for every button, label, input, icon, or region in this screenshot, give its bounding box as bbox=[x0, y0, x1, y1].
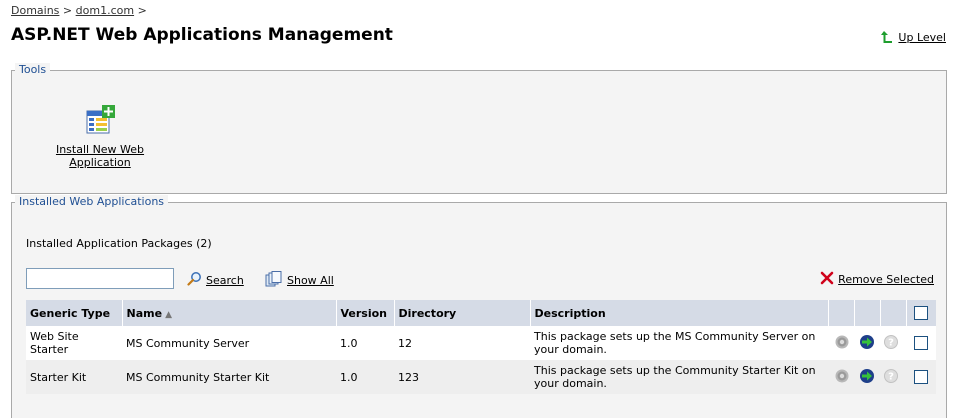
svg-text:?: ? bbox=[888, 371, 894, 382]
gear-icon[interactable] bbox=[834, 334, 850, 353]
svg-text:?: ? bbox=[888, 337, 894, 348]
installed-applications-panel: Installed Web Applications Installed App… bbox=[11, 195, 947, 418]
page-title: ASP.NET Web Applications Management bbox=[11, 25, 393, 45]
magnifier-icon[interactable] bbox=[187, 271, 202, 289]
search-control: Search bbox=[187, 271, 244, 289]
cell-version: 1.0 bbox=[336, 326, 394, 360]
installed-legend: Installed Web Applications bbox=[15, 195, 169, 209]
column-header-description[interactable]: Description bbox=[530, 300, 829, 326]
cell-name: MS Community Starter Kit bbox=[122, 360, 336, 394]
applications-table: Generic Type Name ▲ Version Directory Des… bbox=[26, 300, 936, 394]
cell-directory: 123 bbox=[394, 360, 530, 394]
show-all-icon[interactable] bbox=[265, 271, 283, 290]
search-link[interactable]: Search bbox=[206, 274, 244, 287]
show-all-control: Show All bbox=[265, 271, 334, 290]
cell-description: This package sets up the MS Community Se… bbox=[530, 326, 828, 360]
column-header-version[interactable]: Version bbox=[336, 300, 395, 326]
remove-selected-control: Remove Selected bbox=[820, 271, 934, 288]
column-header-generic-type[interactable]: Generic Type bbox=[26, 300, 123, 326]
column-header-select bbox=[906, 300, 936, 326]
table-row: Starter Kit MS Community Starter Kit 1.0… bbox=[26, 360, 936, 394]
row-actions: ? bbox=[828, 360, 906, 394]
install-app-icon[interactable] bbox=[83, 103, 117, 137]
column-header-action-3 bbox=[880, 300, 907, 326]
breadcrumb-separator: > bbox=[137, 4, 147, 17]
column-header-action-2 bbox=[854, 300, 881, 326]
sort-ascending-icon: ▲ bbox=[165, 309, 172, 320]
cell-select bbox=[906, 326, 936, 360]
install-new-web-application-button[interactable]: Install New Web Application bbox=[40, 103, 160, 169]
show-all-link[interactable]: Show All bbox=[287, 274, 334, 287]
cell-version: 1.0 bbox=[336, 360, 394, 394]
search-input[interactable] bbox=[26, 268, 174, 289]
breadcrumb-separator: > bbox=[62, 4, 73, 17]
column-header-directory[interactable]: Directory bbox=[394, 300, 531, 326]
up-level-link-wrap: Up Level bbox=[880, 30, 946, 44]
tools-panel: Tools Install New Web Application bbox=[11, 63, 947, 194]
row-select-checkbox[interactable] bbox=[914, 370, 928, 384]
green-up-arrow-icon[interactable] bbox=[880, 30, 894, 44]
breadcrumb-domains-link[interactable]: Domains bbox=[11, 4, 59, 17]
go-arrow-icon[interactable] bbox=[859, 368, 875, 387]
table-row: Web Site Starter MS Community Server 1.0… bbox=[26, 326, 936, 360]
package-count-text: Installed Application Packages (2) bbox=[26, 237, 212, 250]
help-icon[interactable]: ? bbox=[883, 334, 899, 353]
cell-generic-type: Web Site Starter bbox=[26, 326, 122, 360]
breadcrumb: Domains > dom1.com > bbox=[11, 4, 147, 17]
breadcrumb-domain-link[interactable]: dom1.com bbox=[76, 4, 134, 17]
column-header-name-label[interactable]: Name bbox=[127, 307, 163, 320]
row-select-checkbox[interactable] bbox=[914, 336, 928, 350]
table-header-row: Generic Type Name ▲ Version Directory Des… bbox=[26, 300, 936, 326]
cell-select bbox=[906, 360, 936, 394]
cell-description: This package sets up the Community Start… bbox=[530, 360, 828, 394]
install-new-web-application-link[interactable]: Install New Web Application bbox=[56, 143, 144, 169]
up-level-link[interactable]: Up Level bbox=[898, 31, 946, 44]
remove-selected-link[interactable]: Remove Selected bbox=[838, 273, 934, 286]
cell-directory: 12 bbox=[394, 326, 530, 360]
select-all-checkbox[interactable] bbox=[914, 306, 929, 320]
go-arrow-icon[interactable] bbox=[859, 334, 875, 353]
cell-name: MS Community Server bbox=[122, 326, 336, 360]
cell-generic-type: Starter Kit bbox=[26, 360, 122, 394]
gear-icon[interactable] bbox=[834, 368, 850, 387]
column-header-action-1 bbox=[828, 300, 855, 326]
red-x-icon[interactable] bbox=[820, 271, 834, 288]
row-actions: ? bbox=[828, 326, 906, 360]
help-icon[interactable]: ? bbox=[883, 368, 899, 387]
column-header-name[interactable]: Name ▲ bbox=[122, 300, 337, 326]
tools-legend: Tools bbox=[15, 63, 51, 77]
